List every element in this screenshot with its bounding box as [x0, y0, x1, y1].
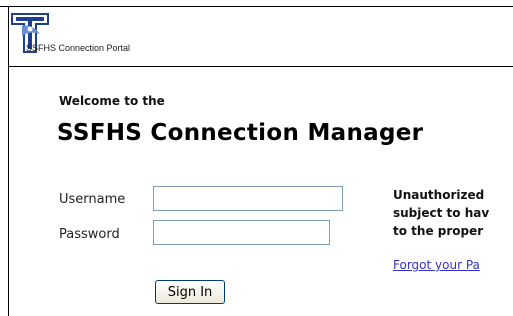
page-frame-left: [8, 6, 9, 316]
username-input[interactable]: [153, 186, 343, 211]
header-divider: [8, 66, 513, 67]
password-label: Password: [59, 227, 120, 242]
page-title: SSFHS Connection Manager: [57, 120, 424, 146]
username-label: Username: [59, 192, 126, 207]
page-frame-top: [0, 6, 513, 7]
sign-in-button[interactable]: Sign In: [155, 280, 225, 304]
portal-name: SSFHS Connection Portal: [26, 43, 131, 53]
forgot-password-link[interactable]: Forgot your Pa: [393, 258, 513, 272]
welcome-text: Welcome to the: [59, 94, 165, 108]
password-input[interactable]: [153, 220, 330, 245]
unauthorized-notice: Unauthorized subject to hav to the prope…: [393, 188, 490, 238]
